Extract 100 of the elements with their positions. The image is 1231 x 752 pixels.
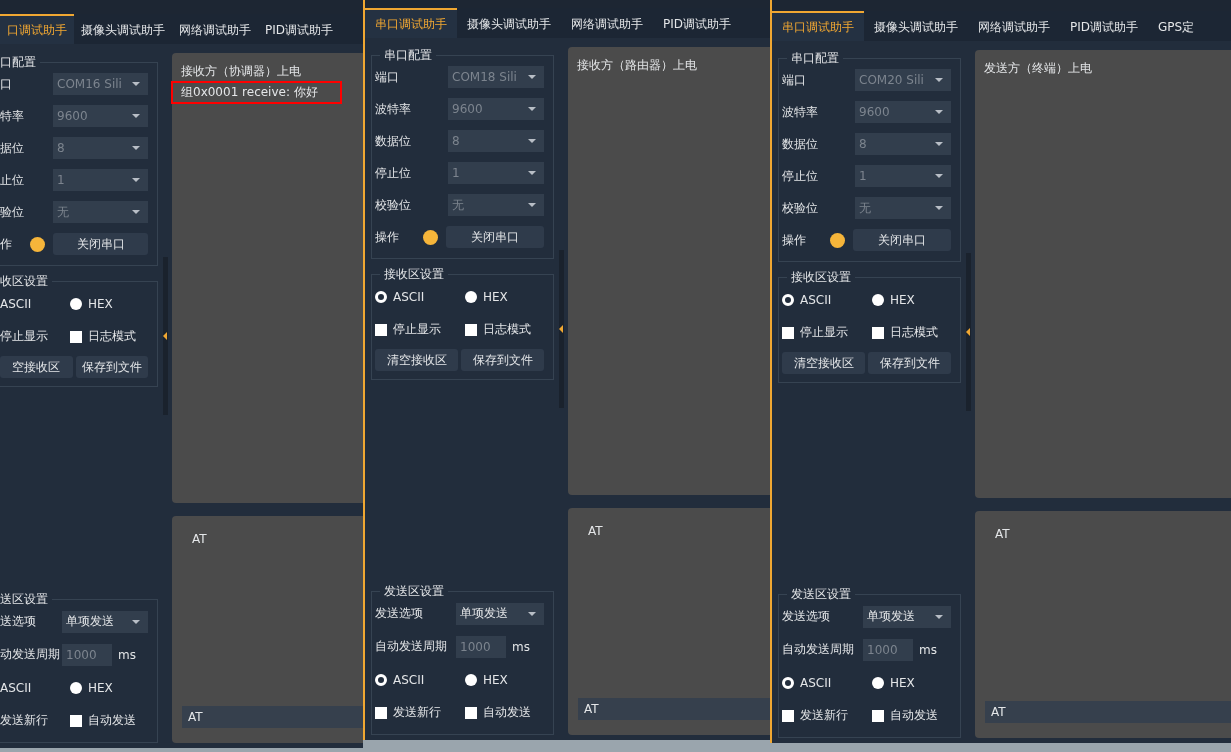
field-label: 止位 xyxy=(0,171,25,189)
caret-icon xyxy=(935,614,943,619)
action-button[interactable]: 清空接收区 xyxy=(782,352,865,374)
tab[interactable]: 摄像头调试助手 xyxy=(864,11,968,41)
unit-label: ms xyxy=(512,639,530,654)
dropdown[interactable]: 单项发送 xyxy=(863,605,951,628)
close-port-button[interactable]: 关闭串口 xyxy=(446,226,544,248)
field-label: 特率 xyxy=(0,107,25,125)
field-label: 自动发送周期 xyxy=(375,638,448,655)
radio-button[interactable] xyxy=(375,290,387,303)
radio-button[interactable] xyxy=(872,293,884,306)
option-label: ASCII xyxy=(393,289,425,304)
radio-button[interactable] xyxy=(872,676,884,689)
collapse-arrow-icon[interactable] xyxy=(163,332,167,340)
checkbox-label: 日志模式 xyxy=(890,324,938,341)
checkbox[interactable] xyxy=(465,706,477,719)
checkbox[interactable] xyxy=(70,330,82,343)
radio-button[interactable] xyxy=(782,676,794,689)
checkbox[interactable] xyxy=(375,323,387,336)
caret-icon xyxy=(935,142,943,146)
caret-icon xyxy=(132,210,140,214)
send-input[interactable]: AT xyxy=(182,706,363,728)
option-label: ASCII xyxy=(0,296,32,311)
splitter-handle[interactable] xyxy=(558,250,564,408)
caret-icon xyxy=(528,203,536,207)
radio-button[interactable] xyxy=(465,673,477,686)
checkbox[interactable] xyxy=(872,326,884,339)
action-button[interactable]: 清空接收区 xyxy=(375,349,458,371)
field-label: 校验位 xyxy=(375,196,412,214)
tab[interactable]: 网络调试助手 xyxy=(968,11,1060,41)
tab[interactable]: 串口调试助手 xyxy=(772,11,864,41)
radio-button[interactable] xyxy=(782,293,794,306)
dropdown[interactable]: 单项发送 xyxy=(62,610,148,633)
collapse-arrow-icon[interactable] xyxy=(966,328,970,336)
caret-icon xyxy=(528,75,536,79)
checkbox[interactable] xyxy=(782,326,794,339)
dropdown[interactable]: 单项发送 xyxy=(456,602,544,625)
checkbox-label: 发送新行 xyxy=(800,707,848,724)
tab[interactable]: 摄像头调试助手 xyxy=(457,8,561,38)
field-label: 端口 xyxy=(782,71,807,89)
send-input[interactable]: AT xyxy=(578,698,770,720)
caret-icon xyxy=(935,110,943,114)
group-title: 串口配置 xyxy=(787,50,843,66)
radio-button[interactable] xyxy=(70,681,82,694)
tab[interactable]: PID调试助手 xyxy=(258,14,340,44)
splitter-handle[interactable] xyxy=(162,257,168,415)
caret-icon xyxy=(935,206,943,210)
group-title: 发送区设置 xyxy=(380,583,448,599)
splitter-handle[interactable] xyxy=(965,253,971,411)
send-input[interactable]: AT xyxy=(985,701,1231,723)
field-label: 动发送周期 xyxy=(0,646,61,663)
checkbox[interactable] xyxy=(375,706,387,719)
group-title: 接收区设置 xyxy=(787,269,855,285)
tab[interactable]: 网络调试助手 xyxy=(561,8,653,38)
action-button[interactable]: 保存到文件 xyxy=(868,352,951,374)
action-button[interactable]: 空接收区 xyxy=(0,356,73,378)
send-text: AT xyxy=(994,526,1011,543)
caret-icon xyxy=(528,171,536,175)
close-port-button[interactable]: 关闭串口 xyxy=(53,233,148,255)
field-label: 口 xyxy=(0,75,13,93)
tab[interactable]: 串口调试助手 xyxy=(365,8,457,38)
unit-label: ms xyxy=(118,647,136,662)
field-label: 端口 xyxy=(375,68,400,86)
field-label: 数据位 xyxy=(782,135,819,153)
receive-line: 接收方（协调器）上电 xyxy=(181,63,301,80)
tab[interactable]: 口调试助手 xyxy=(0,14,74,44)
checkbox-label: 发送新行 xyxy=(0,712,48,729)
radio-button[interactable] xyxy=(70,297,82,310)
checkbox[interactable] xyxy=(782,709,794,722)
field-label: 停止位 xyxy=(782,167,819,185)
tab[interactable]: PID调试助手 xyxy=(1060,11,1148,41)
action-button[interactable]: 保存到文件 xyxy=(461,349,544,371)
checkbox-label: 日志模式 xyxy=(483,321,531,338)
field-label: 作 xyxy=(0,235,13,253)
field-label: 停止位 xyxy=(375,164,412,182)
checkbox-label: 停止显示 xyxy=(0,328,48,345)
option-label: ASCII xyxy=(0,680,32,695)
caret-icon xyxy=(132,619,140,624)
radio-button[interactable] xyxy=(375,673,387,686)
tab[interactable]: GPS定 xyxy=(1148,11,1205,41)
option-label: HEX xyxy=(88,680,113,695)
checkbox[interactable] xyxy=(872,709,884,722)
option-label: HEX xyxy=(483,672,508,687)
field-label: 操作 xyxy=(375,228,400,246)
tab[interactable]: 摄像头调试助手 xyxy=(74,14,172,44)
caret-icon xyxy=(528,611,536,616)
close-port-button[interactable]: 关闭串口 xyxy=(853,229,951,251)
checkbox[interactable] xyxy=(465,323,477,336)
action-button[interactable]: 保存到文件 xyxy=(75,356,148,378)
checkbox[interactable] xyxy=(70,714,82,727)
group-title: 串口配置 xyxy=(380,47,436,63)
send-text: AT xyxy=(191,531,208,548)
radio-button[interactable] xyxy=(465,290,477,303)
tab[interactable]: 网络调试助手 xyxy=(172,14,258,44)
collapse-arrow-icon[interactable] xyxy=(559,325,563,333)
field-label: 波特率 xyxy=(782,103,819,121)
tab[interactable]: PID调试助手 xyxy=(653,8,741,38)
checkbox-label: 日志模式 xyxy=(88,328,136,345)
group-title: 收区设置 xyxy=(0,273,52,289)
field-label: 数据位 xyxy=(375,132,412,150)
